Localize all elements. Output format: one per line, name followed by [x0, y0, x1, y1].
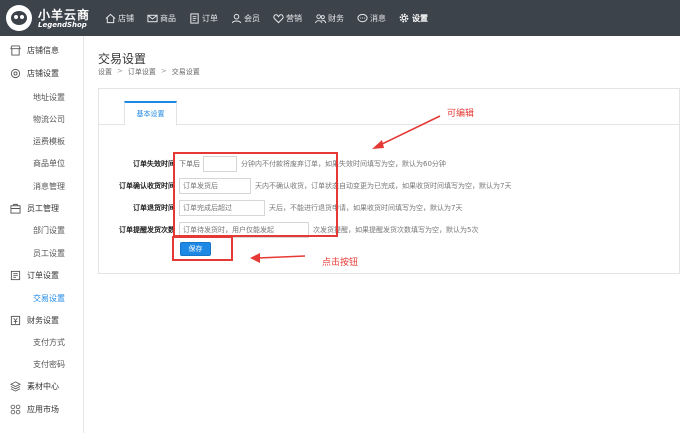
- annotation-click-button: 点击按钮: [322, 258, 359, 268]
- annotation-editable: 可编辑: [447, 109, 475, 119]
- annotation-arrows: [250, 115, 441, 263]
